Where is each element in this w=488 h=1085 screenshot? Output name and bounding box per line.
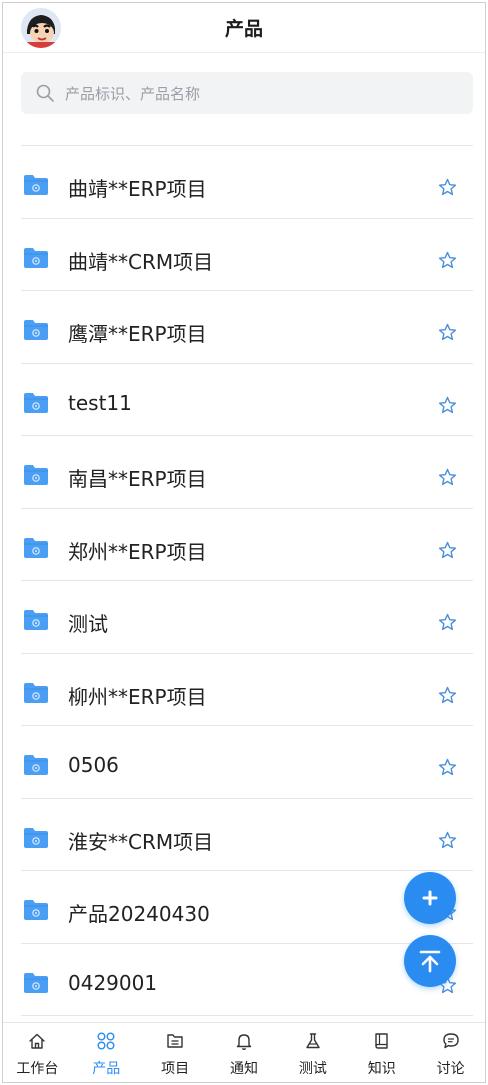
favorite-star-icon[interactable] <box>438 541 457 560</box>
flask-icon <box>306 1033 320 1049</box>
product-name: 南昌**ERP项目 <box>68 467 207 491</box>
product-name: 郑州**ERP项目 <box>68 539 207 564</box>
tab-bell[interactable]: 通知 <box>210 1023 279 1082</box>
tab-label: 知识 <box>367 1061 396 1077</box>
product-name: 0429001 <box>68 970 158 995</box>
folder-icon <box>24 247 48 268</box>
add-product-button[interactable] <box>404 872 456 924</box>
tab-chat[interactable]: 讨论 <box>416 1023 485 1082</box>
folder-icon <box>24 320 48 340</box>
favorite-star-icon[interactable] <box>438 758 457 777</box>
search-icon <box>36 84 54 102</box>
product-list-item[interactable]: 淮安**CRM项目 <box>21 799 473 871</box>
chat-icon <box>442 1033 459 1049</box>
favorite-star-icon[interactable] <box>438 686 457 705</box>
home-icon <box>29 1033 46 1049</box>
product-grid-icon <box>97 1032 115 1050</box>
tab-home[interactable]: 工作台 <box>3 1023 72 1082</box>
arrow-up-to-top-icon <box>419 950 441 973</box>
product-list-item[interactable]: 0506 <box>21 726 473 799</box>
favorite-star-icon[interactable] <box>438 613 457 632</box>
folder-icon <box>24 392 48 413</box>
product-name: 测试 <box>68 612 108 636</box>
bottom-tab-bar: 工作台 产品 项目 通知 测试 知识 讨论 <box>3 1022 485 1082</box>
product-name: 曲靖**CRM项目 <box>68 249 214 274</box>
product-name: test11 <box>68 390 132 415</box>
folder-icon <box>24 465 48 485</box>
folder-icon <box>24 175 48 195</box>
product-name: 曲靖**ERP项目 <box>68 177 207 201</box>
tab-label: 工作台 <box>16 1061 59 1077</box>
search-input[interactable]: 产品标识、产品名称 <box>65 83 200 104</box>
product-list-item[interactable]: 鹰潭**ERP项目 <box>21 291 473 364</box>
folder-icon <box>24 827 48 848</box>
product-name: 鹰潭**ERP项目 <box>68 322 207 346</box>
tab-label: 测试 <box>298 1061 327 1077</box>
product-list-item[interactable]: 曲靖**ERP项目 <box>21 146 473 219</box>
product-list-item[interactable]: 测试 <box>21 581 473 654</box>
folder-icon <box>24 537 48 558</box>
product-name: 淮安**CRM项目 <box>68 829 214 854</box>
tab-project-folder[interactable]: 项目 <box>141 1023 210 1082</box>
page-title: 产品 <box>224 18 263 40</box>
product-list-item[interactable]: 郑州**ERP项目 <box>21 509 473 581</box>
product-name: 柳州**ERP项目 <box>68 684 207 709</box>
favorite-star-icon[interactable] <box>438 251 457 270</box>
bell-icon <box>236 1034 252 1050</box>
tab-label: 项目 <box>161 1061 190 1077</box>
folder-icon <box>24 900 48 920</box>
plus-icon <box>422 890 438 906</box>
app-frame: 产品 产品标识、产品名称 曲靖**ERP项目 曲靖**CRM项目 鹰潭**ERP项目… <box>2 2 486 1083</box>
back-to-top-button[interactable] <box>404 935 456 987</box>
book-icon <box>375 1033 388 1049</box>
folder-icon <box>24 755 48 775</box>
product-list-item[interactable]: 曲靖**CRM项目 <box>21 219 473 291</box>
tab-label: 讨论 <box>436 1061 465 1077</box>
tab-label: 产品 <box>92 1061 121 1077</box>
search-bar[interactable]: 产品标识、产品名称 <box>21 72 473 114</box>
folder-icon <box>24 610 48 630</box>
tab-flask[interactable]: 测试 <box>278 1023 347 1082</box>
favorite-star-icon[interactable] <box>438 323 457 342</box>
tab-label: 通知 <box>230 1061 258 1077</box>
folder-icon <box>24 972 48 993</box>
top-bar: 产品 <box>3 3 485 53</box>
product-name: 产品20240430 <box>68 902 210 926</box>
tab-product-grid[interactable]: 产品 <box>72 1023 141 1082</box>
favorite-star-icon[interactable] <box>438 468 457 487</box>
product-list-item[interactable]: 柳州**ERP项目 <box>21 654 473 726</box>
favorite-star-icon[interactable] <box>438 831 457 850</box>
product-list-item[interactable]: 南昌**ERP项目 <box>21 436 473 509</box>
tab-book[interactable]: 知识 <box>347 1023 416 1082</box>
favorite-star-icon[interactable] <box>438 178 457 197</box>
product-list-item[interactable]: test11 <box>21 364 473 436</box>
favorite-star-icon[interactable] <box>438 396 457 415</box>
project-folder-icon <box>167 1034 183 1048</box>
product-name: 0506 <box>68 753 119 777</box>
folder-icon <box>24 682 48 703</box>
